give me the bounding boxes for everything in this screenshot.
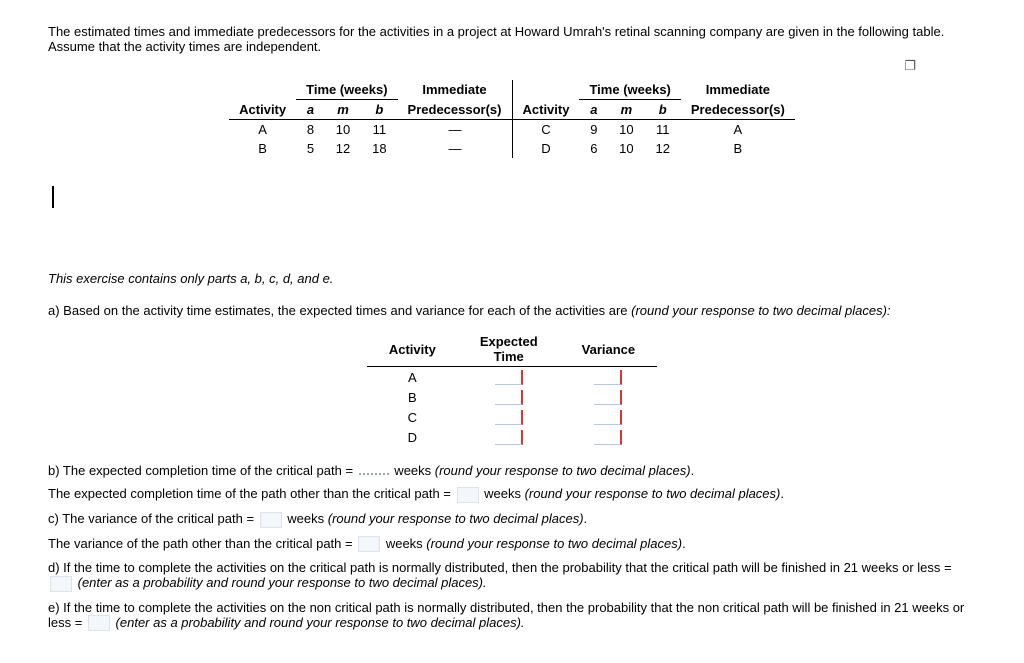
table-row: A 8 10 11 — C 9 10 11 A (229, 120, 795, 140)
col-activity-right: Activity (512, 100, 579, 120)
input-variance-b[interactable] (594, 390, 622, 405)
input-expected-a[interactable] (495, 370, 523, 385)
input-expected-b[interactable] (495, 390, 523, 405)
col-m-right: m (608, 100, 644, 120)
col-time-left: Time (weeks) (296, 80, 397, 100)
input-d[interactable] (50, 576, 72, 592)
col-m-left: m (325, 100, 361, 120)
table-row: B 5 12 18 — D 6 10 12 B (229, 139, 795, 158)
col-time-right: Time (weeks) (579, 80, 680, 100)
ans-col-variance: Variance (560, 332, 658, 367)
part-c-line1: c) The variance of the critical path = w… (48, 511, 976, 528)
part-b-line1: b) The expected completion time of the c… (48, 461, 976, 478)
problem-intro: The estimated times and immediate predec… (48, 24, 976, 54)
table-row: B (367, 387, 657, 407)
part-b-line2: The expected completion time of the path… (48, 486, 976, 503)
table-row: C (367, 407, 657, 427)
data-table: Time (weeks) Immediate Time (weeks) Imme… (48, 80, 976, 158)
input-e[interactable] (88, 615, 110, 631)
input-expected-c[interactable] (495, 410, 523, 425)
col-b-right: b (645, 100, 681, 120)
col-immediate-right: Immediate (681, 80, 795, 100)
part-c-line2: The variance of the path other than the … (48, 536, 976, 553)
input-variance-c[interactable] (594, 410, 622, 425)
part-a-prompt: a) Based on the activity time estimates,… (48, 300, 976, 322)
part-d: d) If the time to complete the activitie… (48, 560, 976, 592)
answer-table: Activity ExpectedTime Variance A B C D (48, 332, 976, 447)
col-activity-left: Activity (229, 100, 296, 120)
input-variance-d[interactable] (594, 430, 622, 445)
input-b1[interactable] (359, 461, 389, 475)
col-a-right: a (579, 100, 608, 120)
col-pred-left: Predecessor(s) (398, 100, 512, 120)
table-row: A (367, 367, 657, 388)
table-row: D (367, 427, 657, 447)
col-a-left: a (296, 100, 325, 120)
parts-note: This exercise contains only parts a, b, … (48, 268, 976, 290)
col-b-left: b (361, 100, 397, 120)
input-c1[interactable] (260, 512, 282, 528)
part-e: e) If the time to complete the activitie… (48, 600, 976, 632)
ans-col-expected: ExpectedTime (458, 332, 560, 367)
col-pred-right: Predecessor(s) (681, 100, 795, 120)
copy-icon[interactable]: ❐ (48, 58, 976, 74)
col-immediate-left: Immediate (398, 80, 512, 100)
input-c2[interactable] (358, 536, 380, 552)
input-variance-a[interactable] (594, 370, 622, 385)
ans-col-activity: Activity (367, 332, 458, 367)
input-b2[interactable] (457, 487, 479, 503)
text-cursor (48, 186, 976, 208)
input-expected-d[interactable] (495, 430, 523, 445)
